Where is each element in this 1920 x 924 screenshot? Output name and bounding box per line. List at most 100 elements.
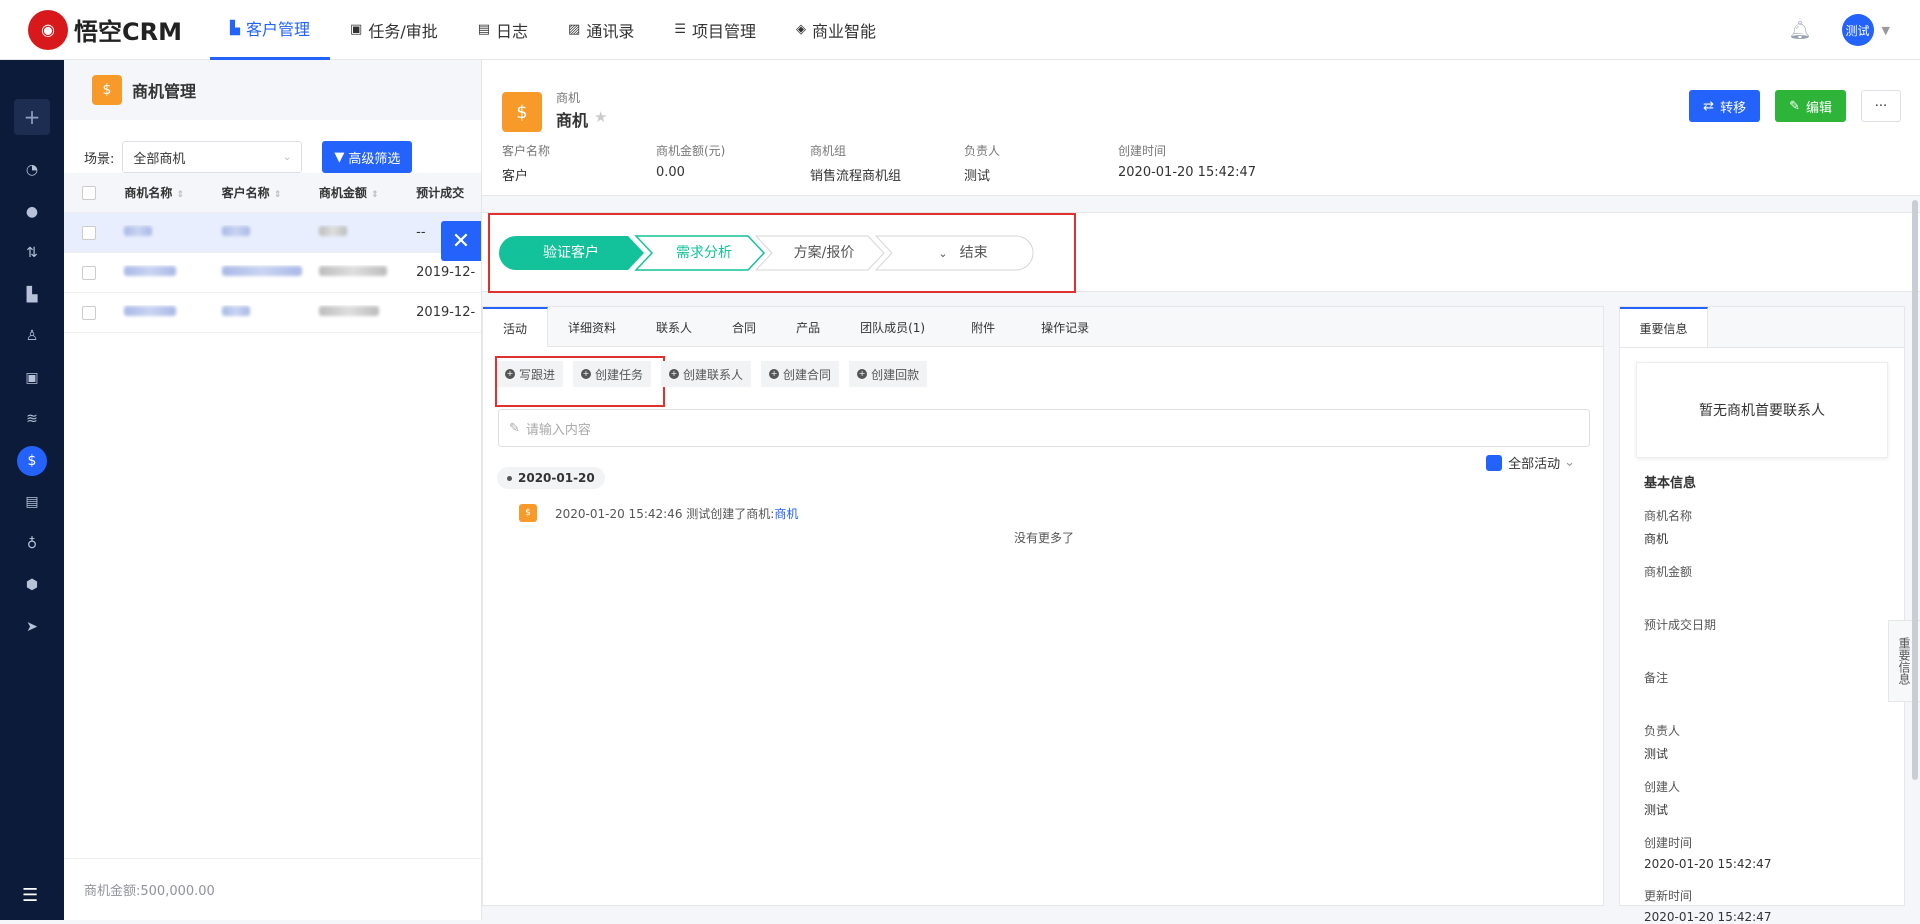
content-input[interactable]: ✎ 请输入内容: [498, 409, 1590, 447]
basic-info-heading: 基本信息: [1644, 476, 1697, 491]
write-follow-up-button[interactable]: + 写跟进: [497, 361, 564, 387]
more-button[interactable]: ···: [1861, 90, 1901, 122]
sort-icon: ⇕: [371, 190, 379, 200]
plus-circle-icon: +: [769, 369, 780, 379]
blurred-cell[interactable]: [212, 305, 309, 320]
detail-actions: ⇄ 转移 ✎ 编辑 ···: [1674, 90, 1901, 122]
edit-icon: ✎: [509, 420, 520, 436]
info-field: 预计成交日期: [1644, 618, 1717, 632]
stage-needs-analysis[interactable]: 需求分析: [644, 235, 764, 271]
scene-select[interactable]: 全部商机 ⌄: [122, 141, 303, 173]
tab-activity[interactable]: 活动: [483, 307, 549, 347]
tab-details[interactable]: 详细资料: [548, 307, 636, 347]
blurred-cell[interactable]: [212, 225, 309, 240]
tab-attachments[interactable]: 附件: [945, 307, 1021, 347]
create-contract-button[interactable]: + 创建合同: [761, 361, 840, 387]
tab-products[interactable]: 产品: [776, 307, 840, 347]
logo[interactable]: ◉ 悟空CRM: [28, 9, 210, 50]
row-checkbox[interactable]: [64, 225, 114, 240]
nav-tasks-approval[interactable]: ▣ 任务/审批: [330, 0, 458, 60]
nav-business-intelligence[interactable]: ◈ 商业智能: [776, 0, 896, 60]
table-cell: 2019-12-: [416, 305, 476, 320]
column-header[interactable]: 商机金额 ⇕: [309, 184, 406, 201]
tab-contacts[interactable]: 联系人: [636, 307, 712, 347]
star-icon[interactable]: ★: [594, 108, 607, 126]
contacts-book-icon: ▙: [230, 20, 240, 36]
info-field: 更新时间 2020-01-20 15:42:47: [1644, 889, 1772, 924]
contract-icon[interactable]: ▤: [17, 487, 47, 517]
create-payment-button[interactable]: + 创建回款: [849, 361, 928, 387]
nav-customer-management[interactable]: ▙ 客户管理: [210, 0, 331, 60]
chevron-down-icon: ⌄: [283, 151, 292, 163]
business-opportunity-icon[interactable]: $: [17, 445, 47, 476]
detail-header: $ 商机 商机 ★ ⇄ 转移 ✎ 编辑 ··· 客户名称 客户 商机金额(元) 0.00…: [482, 60, 1920, 196]
close-detail-button[interactable]: ✕: [441, 221, 481, 261]
grid-icon: [1486, 454, 1503, 471]
select-all-checkbox[interactable]: [64, 185, 114, 200]
filter-icon: ▼: [334, 149, 345, 165]
blurred-cell[interactable]: [114, 305, 211, 320]
row-checkbox[interactable]: [64, 305, 114, 320]
stage-proposal-quote[interactable]: 方案/报价: [764, 235, 884, 271]
dashboard-icon[interactable]: ◔: [17, 155, 47, 185]
avatar[interactable]: 测试: [1841, 14, 1874, 46]
collapse-menu-icon[interactable]: ☰: [22, 885, 38, 906]
blurred-cell[interactable]: [212, 265, 309, 280]
blurred-cell: [309, 305, 406, 320]
row-checkbox[interactable]: [64, 265, 114, 280]
waves-icon[interactable]: ≋: [17, 404, 47, 434]
transfer-button[interactable]: ⇄ 转移: [1689, 90, 1761, 122]
meta-item: 创建时间 2020-01-20 15:42:47: [1118, 144, 1257, 180]
tab-team-members[interactable]: 团队成员(1): [840, 307, 945, 347]
create-contact-button[interactable]: + 创建联系人: [661, 361, 752, 387]
meta-item: 商机组 销售流程商机组: [810, 144, 902, 184]
table-row[interactable]: 2019-12-: [64, 293, 484, 333]
stage-verify-customer[interactable]: 验证客户: [498, 235, 644, 271]
detail-tabs: 活动 详细资料 联系人 合同 产品 团队成员(1) 附件 操作记录: [483, 307, 1603, 347]
meta-item: 负责人 测试: [964, 144, 1001, 184]
no-more-text: 没有更多了: [1013, 531, 1074, 545]
table-row[interactable]: 2019-12-: [64, 253, 484, 293]
tab-operation-log[interactable]: 操作记录: [1021, 307, 1109, 347]
nav-log[interactable]: ▤ 日志: [458, 0, 548, 60]
sort-icon: ⇕: [176, 190, 185, 200]
edit-button[interactable]: ✎ 编辑: [1775, 90, 1846, 122]
page-title: 商机管理: [132, 82, 197, 101]
activity-filter-dropdown[interactable]: 全部活动 ⌄: [1486, 453, 1575, 472]
create-task-button[interactable]: + 创建任务: [573, 361, 652, 387]
add-icon[interactable]: +: [14, 99, 50, 135]
chevron-down-icon[interactable]: ▼: [1882, 24, 1890, 37]
plus-circle-icon: +: [669, 369, 680, 379]
column-header[interactable]: 预计成交: [406, 184, 484, 201]
table-row[interactable]: --: [64, 213, 484, 253]
main-nav: ▙ 客户管理 ▣ 任务/审批 ▤ 日志 ▨ 通讯录 ☰ 项目管理 ◈ 商业智能: [210, 0, 896, 60]
contacts-icon[interactable]: ▣: [17, 363, 47, 393]
contact-icon[interactable]: ♙: [17, 321, 47, 351]
column-header[interactable]: 客户名称 ⇕: [212, 184, 309, 201]
table-header: 商机名称 ⇕ 客户名称 ⇕ 商机金额 ⇕ 预计成交: [64, 173, 484, 213]
scrollbar[interactable]: [1912, 200, 1918, 780]
opportunity-link[interactable]: 商机: [774, 505, 798, 522]
nav-address-book[interactable]: ▨ 通讯录: [548, 0, 654, 60]
tab-contracts[interactable]: 合同: [712, 307, 776, 347]
column-header[interactable]: 商机名称 ⇕: [114, 184, 211, 201]
bell-icon[interactable]: 🔔︎: [1789, 20, 1812, 41]
building-icon[interactable]: ▙: [17, 280, 47, 310]
advanced-filter-button[interactable]: ▼ 高级筛选: [322, 141, 413, 173]
chat-icon[interactable]: ●: [17, 197, 47, 227]
money-bag-icon[interactable]: ♁: [17, 529, 47, 559]
leads-icon[interactable]: ⇅: [17, 238, 47, 268]
nav-project-management[interactable]: ☰ 项目管理: [654, 0, 776, 60]
product-box-icon[interactable]: ⬢: [17, 570, 47, 600]
plus-circle-icon: +: [581, 369, 592, 379]
top-bar: ◉ 悟空CRM ▙ 客户管理 ▣ 任务/审批 ▤ 日志 ▨ 通讯录 ☰ 项目管理 ◈ 商业智…: [0, 0, 1920, 60]
blurred-cell: [309, 265, 406, 280]
blurred-cell: [309, 225, 406, 240]
activity-log-item: $ 2020-01-20 15:42:46 测试创建了商机: 商机: [519, 504, 798, 522]
info-field: 负责人 测试: [1644, 724, 1681, 761]
tab-important-info[interactable]: 重要信息: [1620, 307, 1708, 347]
send-icon[interactable]: ➤: [17, 612, 47, 642]
blurred-cell[interactable]: [114, 225, 211, 240]
blurred-cell[interactable]: [114, 265, 211, 280]
stage-end[interactable]: ⌄ 结束: [898, 235, 1028, 271]
